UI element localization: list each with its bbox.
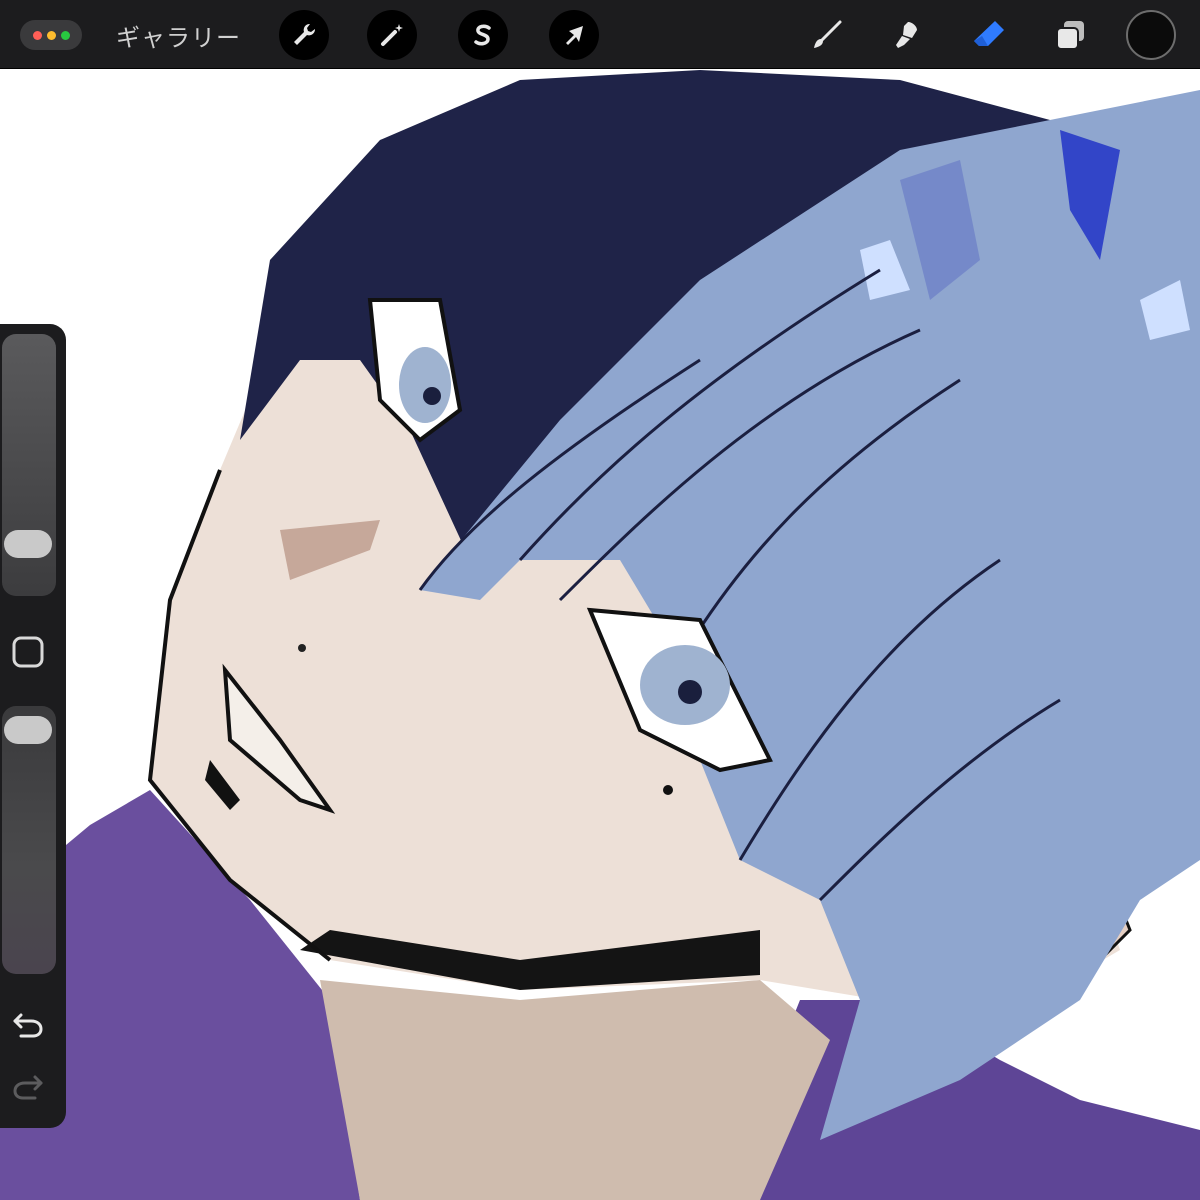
zoom-dot[interactable] [60, 30, 70, 40]
modify-button[interactable] [8, 632, 48, 672]
arrow-cursor-icon [566, 26, 583, 45]
selection-button[interactable] [458, 10, 508, 60]
selection-s-icon [474, 24, 491, 46]
minimize-dot[interactable] [46, 30, 56, 40]
neck [320, 980, 830, 1200]
color-picker[interactable] [1126, 10, 1176, 60]
redo-icon [13, 1075, 43, 1100]
redo-button[interactable] [8, 1066, 48, 1106]
square-icon [12, 636, 44, 668]
drawing-canvas[interactable] [0, 0, 1200, 1200]
gallery-button[interactable]: ギャラリー [116, 18, 241, 53]
brush-tool[interactable] [804, 12, 850, 58]
left-sidebar [0, 324, 66, 1128]
opacity-knob[interactable] [4, 716, 52, 744]
brush-icon [814, 20, 842, 48]
layers-icon [1056, 21, 1084, 50]
smudge-icon [896, 22, 917, 48]
wrench-icon [294, 23, 316, 45]
smudge-tool[interactable] [884, 12, 930, 58]
undo-icon [13, 1013, 43, 1038]
close-dot[interactable] [32, 30, 42, 40]
opacity-slider[interactable] [2, 706, 56, 974]
brush-size-knob[interactable] [4, 530, 52, 558]
adjustments-button[interactable] [367, 10, 417, 60]
magic-wand-icon [381, 24, 403, 46]
eraser-tool[interactable] [966, 12, 1012, 58]
eraser-icon [974, 21, 1004, 46]
transform-button[interactable] [549, 10, 599, 60]
top-toolbar: ギャラリー [0, 0, 1200, 68]
actions-button[interactable] [279, 10, 329, 60]
brush-size-slider[interactable] [2, 334, 56, 596]
undo-button[interactable] [8, 1004, 48, 1044]
window-controls[interactable] [20, 20, 82, 50]
layers-button[interactable] [1047, 12, 1093, 58]
